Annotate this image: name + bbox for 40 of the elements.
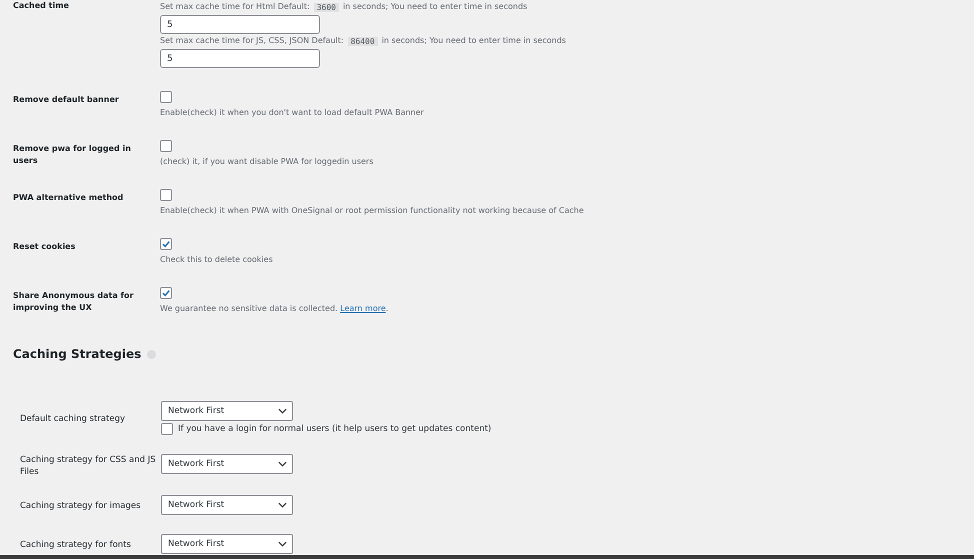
learn-more-link[interactable]: Learn more — [340, 304, 386, 313]
chevron-down-icon — [278, 541, 287, 547]
help-text: Set max cache time for Html Default: — [160, 1, 310, 13]
setting-label: Share Anonymous data for improving the UX — [13, 290, 134, 314]
chevron-down-icon — [278, 461, 287, 467]
strategy-dropdown[interactable]: Network First — [161, 401, 293, 421]
checkbox[interactable] — [160, 140, 172, 152]
checkbox[interactable] — [160, 91, 172, 103]
setting-label: Caching strategy for fonts — [20, 539, 132, 552]
checkbox[interactable] — [160, 287, 172, 299]
setting-label: Caching strategy for CSS and JS Files — [20, 454, 157, 478]
checkbox[interactable] — [160, 189, 172, 201]
setting-label: Caching strategy for images — [20, 500, 142, 513]
strategy-dropdown[interactable]: Network First — [161, 534, 293, 554]
help-text: Set max cache time for JS, CSS, JSON Default: — [160, 35, 344, 47]
setting-label: Default caching strategy — [20, 413, 126, 426]
checkbox[interactable] — [160, 238, 172, 250]
help-text: Enable(check) it when you don't want to load default PWA Banner — [160, 107, 424, 119]
default-value: 3600 — [314, 2, 339, 12]
setting-label: Remove default banner — [13, 94, 120, 106]
help-text: in seconds; You need to enter time in seconds — [342, 1, 528, 13]
setting-label: Remove pwa for logged in users — [13, 143, 132, 167]
chevron-down-icon — [278, 408, 287, 414]
setting-label: Reset cookies — [13, 241, 76, 253]
number-input[interactable]: 5 — [160, 15, 320, 34]
section-title: Caching Strategies — [13, 347, 142, 361]
help-text: Enable(check) it when PWA with OneSignal or root permission functionality not working because of Cache — [160, 205, 584, 217]
setting-label: PWA alternative method — [13, 192, 124, 204]
chevron-down-icon — [278, 502, 287, 508]
strategy-dropdown[interactable]: Network First — [161, 454, 293, 474]
help-text: (check) it, if you want disable PWA for loggedin users — [160, 156, 374, 168]
checkbox[interactable] — [161, 423, 173, 435]
help-text: We guarantee no sensitive data is collected. Learn more. — [160, 303, 388, 315]
default-value: 86400 — [348, 36, 378, 46]
checkbox-label: If you have a login for normal users (it help users to get updates content) — [178, 424, 492, 434]
setting-label: Cached time — [13, 0, 70, 12]
help-text: Check this to delete cookies — [160, 254, 273, 266]
strategy-dropdown[interactable]: Network First — [161, 495, 293, 515]
help-text: in seconds; You need to enter time in seconds — [382, 35, 566, 47]
number-input[interactable]: 5 — [160, 49, 320, 68]
